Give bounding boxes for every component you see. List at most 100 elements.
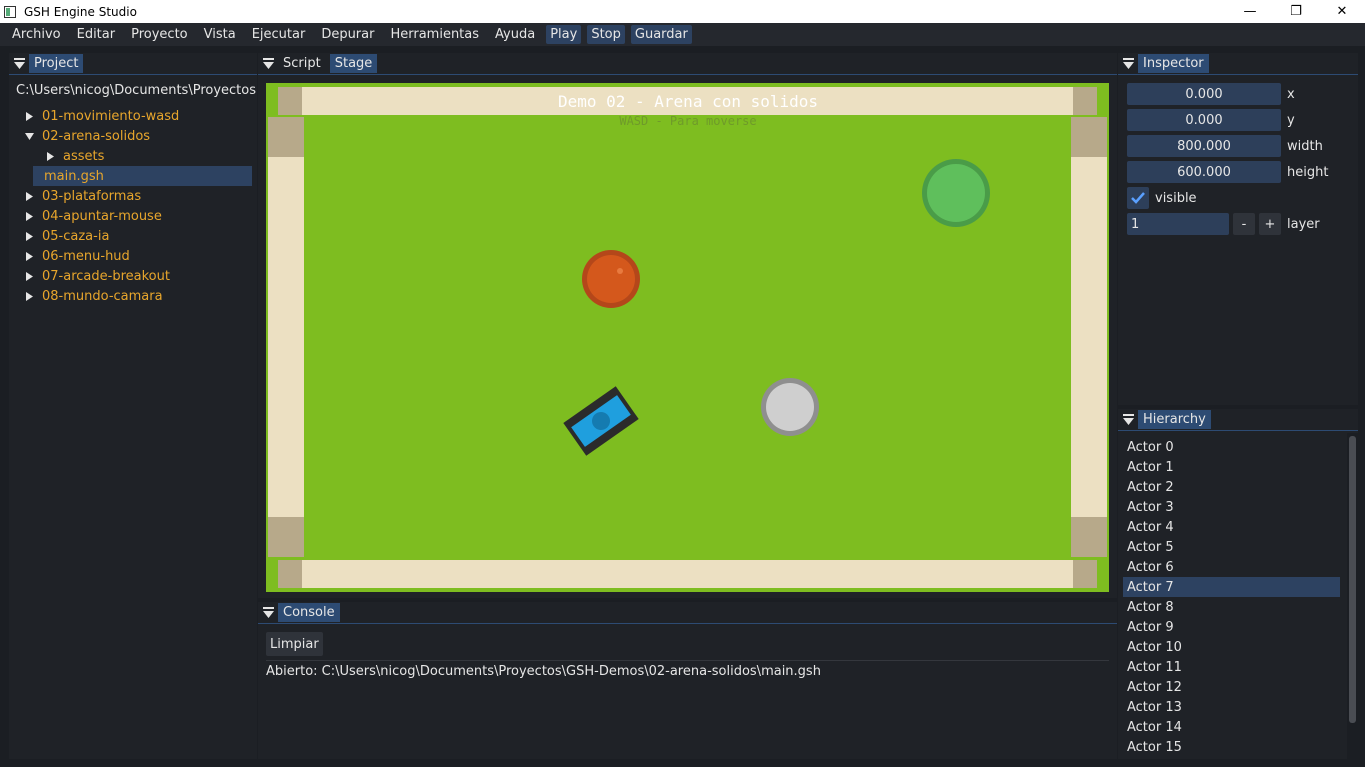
editor-panel: Script Stage Demo 02 - Arena con solidos… <box>258 53 1117 598</box>
chevron-right-icon[interactable] <box>23 186 35 206</box>
tree-item-06[interactable]: 06-menu-hud <box>9 246 257 266</box>
chevron-right-icon[interactable] <box>44 146 56 166</box>
tree-item-02[interactable]: 02-arena-solidos <box>9 126 257 146</box>
list-item[interactable]: Actor 12 <box>1123 677 1340 697</box>
list-item[interactable]: Actor 6 <box>1123 557 1340 577</box>
tab-inspector[interactable]: Inspector <box>1138 54 1209 73</box>
tree-item-label: main.gsh <box>44 168 104 184</box>
height-input[interactable]: 600.000 <box>1127 161 1281 183</box>
tab-script[interactable]: Script <box>278 54 326 73</box>
hierarchy-scrollbar[interactable] <box>1347 433 1358 759</box>
tab-console[interactable]: Console <box>278 603 340 622</box>
app-icon <box>4 5 16 18</box>
console-panel-header: Console <box>258 602 1117 624</box>
collapse-icon[interactable] <box>1118 53 1138 75</box>
visible-label: visible <box>1155 190 1197 206</box>
list-item[interactable]: Actor 8 <box>1123 597 1340 617</box>
menu-ayuda[interactable]: Ayuda <box>487 25 543 44</box>
list-item[interactable]: Actor 2 <box>1123 477 1340 497</box>
project-panel: Project C:\Users\nicog\Documents\Proyect… <box>9 53 257 759</box>
y-row: 0.000 y <box>1127 109 1295 131</box>
tree-item-label: 07-arcade-breakout <box>42 268 170 284</box>
collapse-icon[interactable] <box>9 53 29 75</box>
y-input[interactable]: 0.000 <box>1127 109 1281 131</box>
tree-item-assets[interactable]: assets <box>9 146 257 166</box>
chevron-right-icon[interactable] <box>23 266 35 286</box>
list-item[interactable]: Actor 15 <box>1123 737 1340 757</box>
tree-item-07[interactable]: 07-arcade-breakout <box>9 266 257 286</box>
tab-project[interactable]: Project <box>29 54 84 73</box>
list-item[interactable]: Actor 9 <box>1123 617 1340 637</box>
list-item[interactable]: Actor 1 <box>1123 457 1340 477</box>
chevron-right-icon[interactable] <box>23 286 35 306</box>
clear-console-button[interactable]: Limpiar <box>266 632 323 656</box>
tree-item-label: assets <box>63 148 105 164</box>
project-path: C:\Users\nicog\Documents\Proyectos\GSH-D… <box>16 83 256 98</box>
tree-item-01[interactable]: 01-movimiento-wasd <box>9 106 257 126</box>
save-button[interactable]: Guardar <box>630 25 692 44</box>
layer-increment-button[interactable]: + <box>1259 213 1281 235</box>
menu-vista[interactable]: Vista <box>196 25 244 44</box>
list-item[interactable]: Actor 3 <box>1123 497 1340 517</box>
menu-archivo[interactable]: Archivo <box>4 25 69 44</box>
stop-button[interactable]: Stop <box>587 25 625 44</box>
layer-row: 1 - + layer <box>1127 213 1320 235</box>
checkmark-icon <box>1131 192 1145 204</box>
tree-item-main-gsh[interactable]: main.gsh <box>33 166 252 186</box>
menu-herramientas[interactable]: Herramientas <box>382 25 487 44</box>
chevron-right-icon[interactable] <box>23 106 35 126</box>
console-divider <box>266 660 1109 661</box>
chevron-right-icon[interactable] <box>23 226 35 246</box>
chevron-down-icon[interactable] <box>23 126 35 146</box>
console-panel: Console Limpiar Abierto: C:\Users\nicog\… <box>258 602 1117 759</box>
chevron-right-icon[interactable] <box>23 206 35 226</box>
layer-decrement-button[interactable]: - <box>1233 213 1255 235</box>
tab-stage[interactable]: Stage <box>329 54 378 73</box>
list-item[interactable]: Actor 14 <box>1123 717 1340 737</box>
width-input[interactable]: 800.000 <box>1127 135 1281 157</box>
width-label: width <box>1287 138 1323 154</box>
x-input[interactable]: 0.000 <box>1127 83 1281 105</box>
visible-row: visible <box>1127 187 1197 209</box>
layer-input[interactable]: 1 <box>1127 213 1229 235</box>
title-bar: GSH Engine Studio — ❐ ✕ <box>0 0 1365 23</box>
inspector-panel-header: Inspector <box>1118 53 1358 75</box>
list-item[interactable]: Actor 5 <box>1123 537 1340 557</box>
close-button[interactable]: ✕ <box>1319 0 1365 23</box>
list-item[interactable]: Actor 0 <box>1123 437 1340 457</box>
rock-sprite[interactable] <box>761 378 819 436</box>
tree-item-03[interactable]: 03-plataformas <box>9 186 257 206</box>
scrollbar-thumb[interactable] <box>1349 436 1356 723</box>
tree-item-05[interactable]: 05-caza-ia <box>9 226 257 246</box>
play-button[interactable]: Play <box>546 25 582 44</box>
tree-item-08[interactable]: 08-mundo-camara <box>9 286 257 306</box>
x-row: 0.000 x <box>1127 83 1295 105</box>
tab-hierarchy[interactable]: Hierarchy <box>1138 410 1211 429</box>
collapse-icon[interactable] <box>258 53 278 75</box>
list-item[interactable]: Actor 13 <box>1123 697 1340 717</box>
chevron-right-icon[interactable] <box>23 246 35 266</box>
orb-sprite[interactable] <box>582 250 640 308</box>
menu-editar[interactable]: Editar <box>69 25 124 44</box>
minimize-button[interactable]: — <box>1227 0 1273 23</box>
list-item[interactable]: Actor 10 <box>1123 637 1340 657</box>
tree-item-label: 03-plataformas <box>42 188 142 204</box>
hierarchy-panel-header: Hierarchy <box>1118 409 1358 431</box>
collapse-icon[interactable] <box>1118 409 1138 431</box>
menu-ejecutar[interactable]: Ejecutar <box>244 25 314 44</box>
maximize-button[interactable]: ❐ <box>1273 0 1319 23</box>
x-label: x <box>1287 86 1295 102</box>
collapse-icon[interactable] <box>258 602 278 624</box>
list-item[interactable]: Actor 11 <box>1123 657 1340 677</box>
tree-item-04[interactable]: 04-apuntar-mouse <box>9 206 257 226</box>
menu-depurar[interactable]: Depurar <box>313 25 382 44</box>
visible-checkbox[interactable] <box>1127 187 1149 209</box>
list-item[interactable]: Actor 4 <box>1123 517 1340 537</box>
list-item-selected[interactable]: Actor 7 <box>1123 577 1340 597</box>
menu-proyecto[interactable]: Proyecto <box>123 25 196 44</box>
bush-sprite[interactable] <box>922 159 990 227</box>
tree-item-label: 04-apuntar-mouse <box>42 208 162 224</box>
layer-label: layer <box>1287 216 1320 232</box>
stage-canvas[interactable]: Demo 02 - Arena con solidos WASD - Para … <box>266 83 1109 592</box>
tree-item-label: 05-caza-ia <box>42 228 110 244</box>
